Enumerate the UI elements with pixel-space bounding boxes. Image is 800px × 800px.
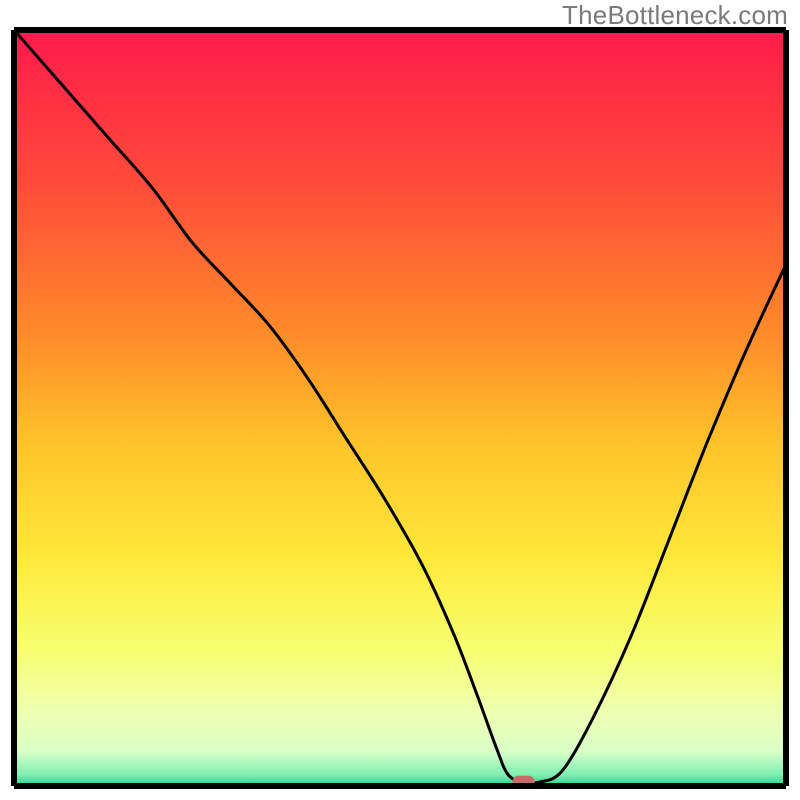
chart-container: TheBottleneck.com	[0, 0, 800, 800]
gradient-background	[14, 30, 786, 786]
bottleneck-chart	[0, 0, 800, 800]
watermark-label: TheBottleneck.com	[562, 0, 788, 31]
